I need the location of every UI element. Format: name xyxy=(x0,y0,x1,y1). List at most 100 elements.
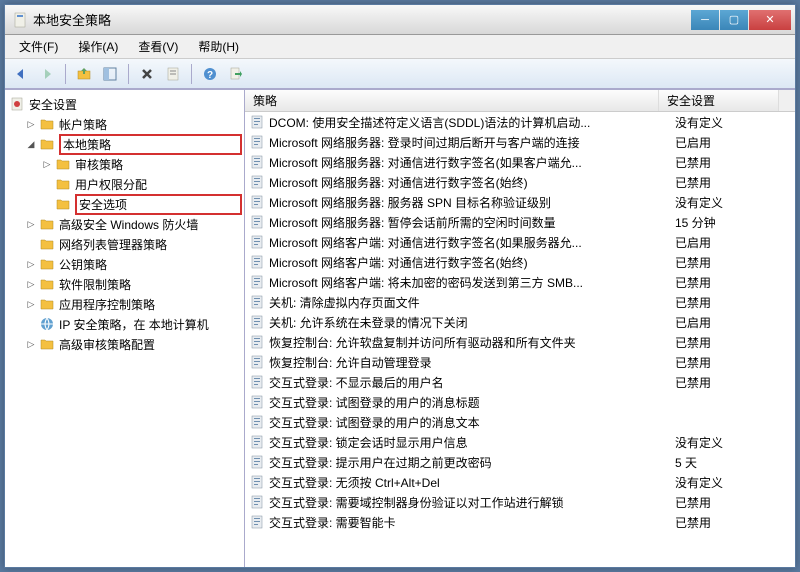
policy-setting: 已禁用 xyxy=(675,334,795,351)
back-button[interactable] xyxy=(9,62,33,86)
export-button[interactable] xyxy=(224,62,248,86)
folder-icon xyxy=(55,176,71,192)
tree-item[interactable]: ▷审核策略 xyxy=(7,154,242,174)
minimize-button[interactable]: ─ xyxy=(691,10,719,30)
menu-help[interactable]: 帮助(H) xyxy=(188,36,249,57)
policy-row[interactable]: 交互式登录: 试图登录的用户的消息标题 xyxy=(245,392,795,412)
policy-name: Microsoft 网络客户端: 将未加密的密码发送到第三方 SMB... xyxy=(269,274,675,291)
folder-icon xyxy=(55,196,71,212)
policy-row[interactable]: Microsoft 网络服务器: 对通信进行数字签名(始终)已禁用 xyxy=(245,172,795,192)
column-header-setting[interactable]: 安全设置 xyxy=(659,90,779,111)
expand-icon[interactable]: ▷ xyxy=(25,258,37,270)
show-hide-tree-button[interactable] xyxy=(98,62,122,86)
policy-row[interactable]: Microsoft 网络客户端: 对通信进行数字签名(始终)已禁用 xyxy=(245,252,795,272)
policy-row[interactable]: Microsoft 网络服务器: 登录时间过期后断开与客户端的连接已启用 xyxy=(245,132,795,152)
tree-item-label: 网络列表管理器策略 xyxy=(59,236,242,253)
policy-row[interactable]: Microsoft 网络服务器: 暂停会话前所需的空闲时间数量15 分钟 xyxy=(245,212,795,232)
policy-setting: 已禁用 xyxy=(675,174,795,191)
policy-row[interactable]: Microsoft 网络服务器: 服务器 SPN 目标名称验证级别没有定义 xyxy=(245,192,795,212)
tree-item-label: 安全选项 xyxy=(75,194,242,215)
policy-name: Microsoft 网络服务器: 服务器 SPN 目标名称验证级别 xyxy=(269,194,675,211)
titlebar[interactable]: 本地安全策略 ─ ▢ ✕ xyxy=(5,5,795,35)
maximize-button[interactable]: ▢ xyxy=(720,10,748,30)
folder-icon xyxy=(39,276,55,292)
tree-item-label: 本地策略 xyxy=(59,134,242,155)
column-header-policy[interactable]: 策略 xyxy=(245,90,659,111)
tree-item[interactable]: ▷ 高级审核策略配置 xyxy=(7,334,242,354)
app-window: 本地安全策略 ─ ▢ ✕ 文件(F) 操作(A) 查看(V) 帮助(H) ? 安… xyxy=(4,4,796,568)
policy-setting: 已禁用 xyxy=(675,514,795,531)
policy-setting: 已禁用 xyxy=(675,294,795,311)
policy-row[interactable]: 交互式登录: 不显示最后的用户名已禁用 xyxy=(245,372,795,392)
list-body[interactable]: DCOM: 使用安全描述符定义语言(SDDL)语法的计算机启动...没有定义Mi… xyxy=(245,112,795,567)
expand-icon[interactable]: ▷ xyxy=(25,118,37,130)
policy-row[interactable]: DCOM: 使用安全描述符定义语言(SDDL)语法的计算机启动...没有定义 xyxy=(245,112,795,132)
policy-setting: 已禁用 xyxy=(675,374,795,391)
policy-row[interactable]: 关机: 允许系统在未登录的情况下关闭已启用 xyxy=(245,312,795,332)
window-title: 本地安全策略 xyxy=(33,10,691,29)
expand-icon[interactable]: ▷ xyxy=(41,158,53,170)
expand-icon[interactable] xyxy=(41,198,53,210)
properties-button[interactable] xyxy=(161,62,185,86)
policy-row[interactable]: 交互式登录: 需要智能卡已禁用 xyxy=(245,512,795,532)
tree-item[interactable]: ▷帐户策略 xyxy=(7,114,242,134)
expand-icon[interactable]: ▷ xyxy=(25,278,37,290)
menu-action[interactable]: 操作(A) xyxy=(68,36,128,57)
policy-row[interactable]: 恢复控制台: 允许自动管理登录已禁用 xyxy=(245,352,795,372)
tree-item[interactable]: ▷软件限制策略 xyxy=(7,274,242,294)
tree-item[interactable]: IP 安全策略，在 本地计算机 xyxy=(7,314,242,334)
toolbar-separator xyxy=(65,64,66,84)
menu-view[interactable]: 查看(V) xyxy=(128,36,188,57)
expand-icon[interactable]: ▷ xyxy=(25,298,37,310)
tree-item[interactable]: ▷应用程序控制策略 xyxy=(7,294,242,314)
expand-icon[interactable]: ◢ xyxy=(25,138,37,150)
policy-row[interactable]: 恢复控制台: 允许软盘复制并访问所有驱动器和所有文件夹已禁用 xyxy=(245,332,795,352)
policy-row[interactable]: Microsoft 网络客户端: 对通信进行数字签名(如果服务器允...已启用 xyxy=(245,232,795,252)
list-pane: 策略 安全设置 DCOM: 使用安全描述符定义语言(SDDL)语法的计算机启动.… xyxy=(245,90,795,567)
tree-item[interactable]: 安全选项 xyxy=(7,194,242,214)
policy-row[interactable]: 交互式登录: 试图登录的用户的消息文本 xyxy=(245,412,795,432)
policy-setting: 没有定义 xyxy=(675,474,795,491)
close-button[interactable]: ✕ xyxy=(749,10,791,30)
expand-icon[interactable] xyxy=(25,238,37,250)
tree-item-label: 高级审核策略配置 xyxy=(59,336,242,353)
policy-icon xyxy=(249,374,265,390)
toolbar-separator xyxy=(128,64,129,84)
policy-icon xyxy=(249,474,265,490)
ip-policy-icon xyxy=(39,316,55,332)
policy-setting: 没有定义 xyxy=(675,114,795,131)
expand-icon[interactable] xyxy=(41,178,53,190)
tree-item[interactable]: ▷高级安全 Windows 防火墙 xyxy=(7,214,242,234)
policy-icon xyxy=(249,194,265,210)
menu-file[interactable]: 文件(F) xyxy=(9,36,68,57)
policy-name: 交互式登录: 试图登录的用户的消息标题 xyxy=(269,394,675,411)
expand-icon[interactable]: ▷ xyxy=(25,218,37,230)
policy-row[interactable]: 交互式登录: 无须按 Ctrl+Alt+Del没有定义 xyxy=(245,472,795,492)
tree-item[interactable]: 网络列表管理器策略 xyxy=(7,234,242,254)
policy-name: 交互式登录: 锁定会话时显示用户信息 xyxy=(269,434,675,451)
tree-item[interactable]: ▷公钥策略 xyxy=(7,254,242,274)
policy-icon xyxy=(249,154,265,170)
policy-row[interactable]: Microsoft 网络服务器: 对通信进行数字签名(如果客户端允...已禁用 xyxy=(245,152,795,172)
tree-pane[interactable]: 安全设置 ▷帐户策略 ◢ 本地策略▷审核策略用户权限分配安全选项▷高级安全 Wind… xyxy=(5,90,245,567)
policy-icon xyxy=(249,494,265,510)
up-button[interactable] xyxy=(72,62,96,86)
tree-root[interactable]: 安全设置 xyxy=(7,94,242,114)
policy-setting: 5 天 xyxy=(675,454,795,471)
help-button[interactable]: ? xyxy=(198,62,222,86)
expand-icon[interactable] xyxy=(25,318,37,330)
policy-row[interactable]: 交互式登录: 需要域控制器身份验证以对工作站进行解锁已禁用 xyxy=(245,492,795,512)
tree-item[interactable]: ◢ 本地策略 xyxy=(7,134,242,154)
policy-row[interactable]: 交互式登录: 提示用户在过期之前更改密码5 天 xyxy=(245,452,795,472)
delete-button[interactable] xyxy=(135,62,159,86)
forward-button[interactable] xyxy=(35,62,59,86)
policy-row[interactable]: Microsoft 网络客户端: 将未加密的密码发送到第三方 SMB...已禁用 xyxy=(245,272,795,292)
tree-item[interactable]: 用户权限分配 xyxy=(7,174,242,194)
folder-icon xyxy=(39,296,55,312)
policy-setting: 已禁用 xyxy=(675,154,795,171)
policy-row[interactable]: 交互式登录: 锁定会话时显示用户信息没有定义 xyxy=(245,432,795,452)
policy-row[interactable]: 关机: 清除虚拟内存页面文件已禁用 xyxy=(245,292,795,312)
folder-icon xyxy=(39,216,55,232)
policy-name: DCOM: 使用安全描述符定义语言(SDDL)语法的计算机启动... xyxy=(269,114,675,131)
expand-icon[interactable]: ▷ xyxy=(25,338,37,350)
